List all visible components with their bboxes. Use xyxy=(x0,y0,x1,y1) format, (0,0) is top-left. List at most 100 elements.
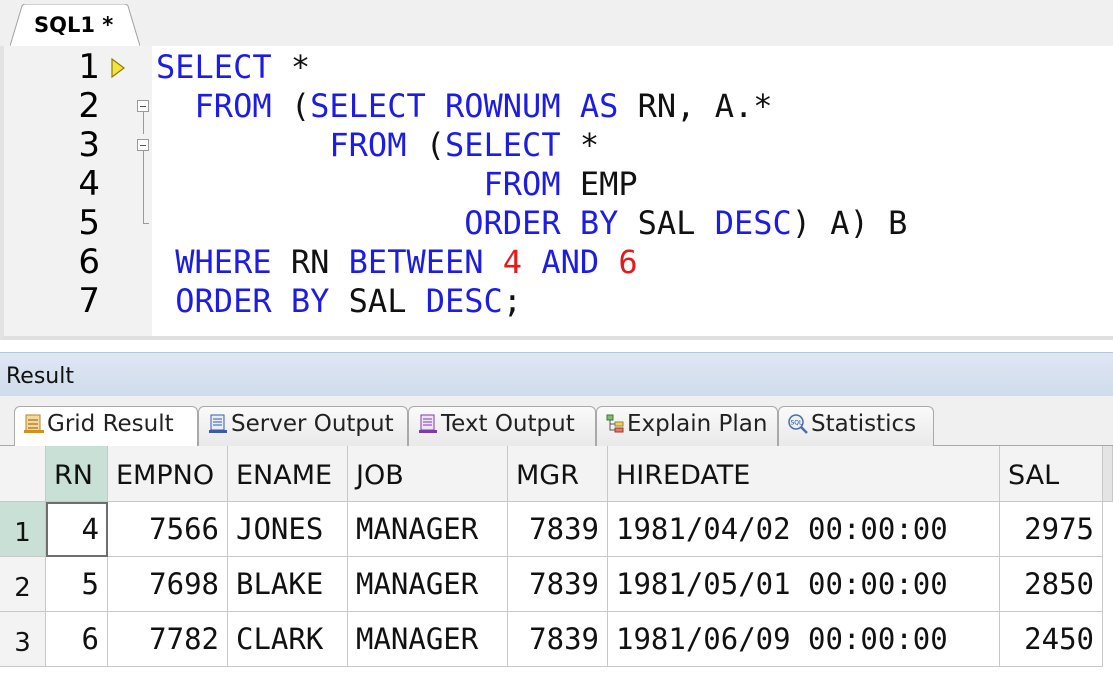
sql-keyword: DESC xyxy=(425,282,503,320)
cell-value: 6 xyxy=(81,622,99,656)
row-header[interactable]: 3 xyxy=(0,612,46,667)
column-header-rn[interactable]: RN xyxy=(46,446,108,502)
table-cell-ename[interactable]: BLAKE xyxy=(228,557,348,612)
editor-tab-label: SQL1 * xyxy=(34,13,114,37)
sql-text: SAL xyxy=(329,282,426,320)
table-cell-rn[interactable]: 5 xyxy=(46,557,108,612)
column-header-label: JOB xyxy=(356,460,404,491)
tab-server-output[interactable]: Server Output xyxy=(198,406,408,446)
row-number: 2 xyxy=(14,573,31,603)
sql-number: 6 xyxy=(618,243,638,281)
tab-text-output[interactable]: Text Output xyxy=(408,406,596,446)
code-line[interactable]: ORDER BY SAL DESC; xyxy=(156,282,522,321)
editor-tab-sql1[interactable]: SQL1 * xyxy=(10,4,140,47)
line-number: 2 xyxy=(78,86,100,126)
table-cell-job[interactable]: MANAGER xyxy=(348,557,508,612)
fold-end-marker xyxy=(143,223,149,224)
column-header-sal[interactable]: SAL xyxy=(1000,446,1103,502)
server-output-icon xyxy=(209,414,227,433)
table-cell-mgr[interactable]: 7839 xyxy=(508,502,608,557)
tab-label: Server Output xyxy=(231,411,394,437)
row-header[interactable]: 2 xyxy=(0,557,46,612)
sql-text: RN xyxy=(271,243,349,281)
table-cell-sal[interactable]: 2450 xyxy=(1000,612,1103,667)
cell-value: 7782 xyxy=(149,622,219,656)
table-cell-empno[interactable]: 7698 xyxy=(108,557,228,612)
sql-keyword: FROM xyxy=(156,126,407,164)
line-number: 7 xyxy=(78,281,100,321)
editor-tab-strip: SQL1 * xyxy=(0,0,1113,47)
table-cell-hiredate[interactable]: 1981/06/09 00:00:00 xyxy=(608,612,1000,667)
column-header-label: RN xyxy=(54,460,93,491)
column-header-label: EMPNO xyxy=(116,460,215,491)
cell-value: 7698 xyxy=(149,567,219,601)
result-tab-strip: Grid Result Server Output Text Output Ex… xyxy=(0,396,1113,447)
column-header-label: MGR xyxy=(516,460,579,491)
fold-toggle-icon[interactable] xyxy=(137,139,149,151)
sql-text: ) A) B xyxy=(791,204,908,242)
code-line[interactable]: FROM (SELECT * xyxy=(156,126,599,165)
sql-keyword: FROM xyxy=(156,165,561,203)
current-line-marker-icon xyxy=(111,58,125,78)
sql-text: ( xyxy=(271,87,311,125)
cell-value: 2450 xyxy=(1024,622,1094,656)
table-cell-ename[interactable]: JONES xyxy=(228,502,348,557)
table-cell-empno[interactable]: 7566 xyxy=(108,502,228,557)
sql-text: * xyxy=(560,126,600,164)
sql-text: RN, A.* xyxy=(618,87,773,125)
grid-corner-cell[interactable] xyxy=(0,446,46,502)
sql-keyword: ORDER BY xyxy=(156,282,330,320)
table-cell-sal[interactable]: 2975 xyxy=(1000,502,1103,557)
column-header-empno[interactable]: EMPNO xyxy=(108,446,228,502)
cell-value: 5 xyxy=(81,567,99,601)
cell-value: BLAKE xyxy=(236,567,324,601)
column-header-mgr[interactable]: MGR xyxy=(508,446,608,502)
table-cell-mgr[interactable]: 7839 xyxy=(508,612,608,667)
cell-value: 7839 xyxy=(529,567,599,601)
svg-text:SQL: SQL xyxy=(791,420,804,427)
line-number: 3 xyxy=(78,125,100,165)
code-line[interactable]: WHERE RN BETWEEN 4 AND 6 xyxy=(156,243,638,282)
table-cell-job[interactable]: MANAGER xyxy=(348,612,508,667)
tab-grid-result[interactable]: Grid Result xyxy=(14,406,198,447)
column-header-hiredate[interactable]: HIREDATE xyxy=(608,446,1000,502)
table-cell-mgr[interactable]: 7839 xyxy=(508,557,608,612)
row-header[interactable]: 1 xyxy=(0,502,46,557)
explain-plan-icon xyxy=(606,414,624,433)
text-output-icon xyxy=(419,414,437,433)
column-header-ename[interactable]: ENAME xyxy=(228,446,348,502)
code-line[interactable]: FROM (SELECT ROWNUM AS RN, A.* xyxy=(156,87,773,126)
code-line[interactable]: SELECT * xyxy=(156,48,310,87)
fold-toggle-icon[interactable] xyxy=(137,100,149,112)
table-cell-ename[interactable]: CLARK xyxy=(228,612,348,667)
tab-explain-plan[interactable]: Explain Plan xyxy=(596,406,778,446)
table-cell-job[interactable]: MANAGER xyxy=(348,502,508,557)
column-header-job[interactable]: JOB xyxy=(348,446,508,502)
cell-value: 2850 xyxy=(1024,567,1094,601)
table-cell-rn[interactable]: 4 xyxy=(46,502,108,557)
sql-keyword: ORDER BY xyxy=(156,204,619,242)
table-cell-hiredate[interactable]: 1981/04/02 00:00:00 xyxy=(608,502,1000,557)
result-grid[interactable]: RN EMPNO ENAME JOB MGR HIREDATE SAL 1 4 … xyxy=(0,446,1113,676)
sql-text: SAL xyxy=(618,204,715,242)
row-number: 3 xyxy=(14,628,31,658)
sql-keyword: SELECT ROWNUM AS xyxy=(310,87,619,125)
sql-editor[interactable]: 1 2 3 4 5 6 7 SELECT * FROM (SELECT ROWN… xyxy=(0,46,1113,340)
table-cell-empno[interactable]: 7782 xyxy=(108,612,228,667)
sql-keyword: SELECT xyxy=(444,126,561,164)
cell-value: CLARK xyxy=(236,622,324,656)
statistics-icon: SQL xyxy=(788,414,808,434)
code-line[interactable]: FROM EMP xyxy=(156,165,638,204)
cell-value: 2975 xyxy=(1024,512,1094,546)
code-line[interactable]: ORDER BY SAL DESC) A) B xyxy=(156,204,907,243)
table-cell-hiredate[interactable]: 1981/05/01 00:00:00 xyxy=(608,557,1000,612)
table-cell-rn[interactable]: 6 xyxy=(46,612,108,667)
table-cell-sal[interactable]: 2850 xyxy=(1000,557,1103,612)
sql-keyword: DESC xyxy=(714,204,792,242)
fold-guide xyxy=(143,112,144,134)
tab-label: Grid Result xyxy=(47,411,174,437)
tab-statistics[interactable]: SQL Statistics xyxy=(778,406,934,446)
cell-value: 7839 xyxy=(529,512,599,546)
